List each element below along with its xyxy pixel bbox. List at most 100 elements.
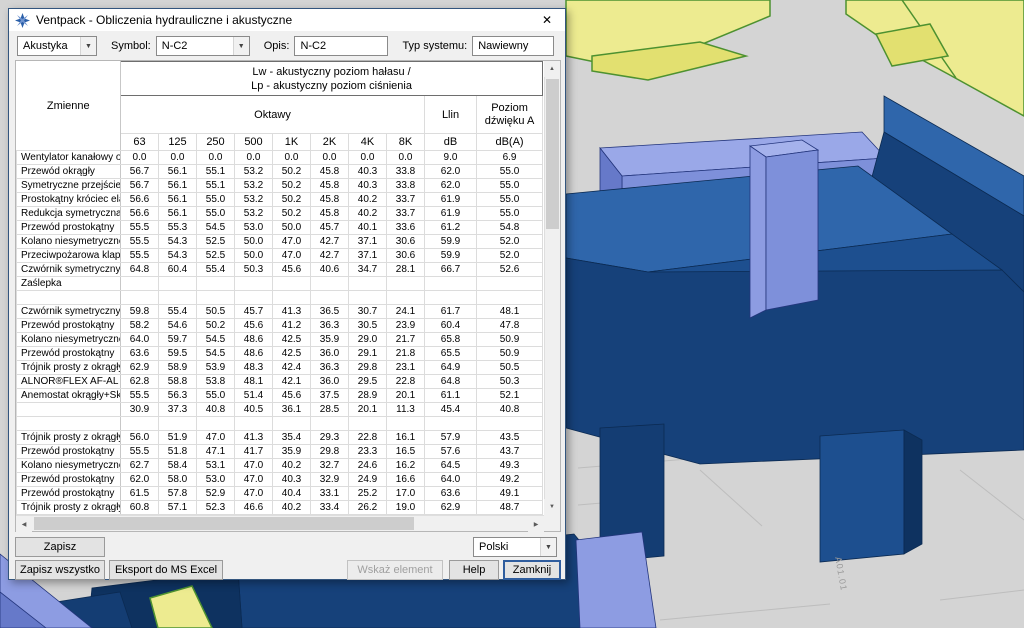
- vertical-scrollbar[interactable]: ▲ ▼: [544, 61, 560, 515]
- table-row[interactable]: Wentylator kanałowy osio...0.00.00.00.00…: [17, 151, 543, 165]
- table-row[interactable]: Trójnik prosty z okrągłym od62.958.953.9…: [17, 361, 543, 375]
- row-label: Wentylator kanałowy osio...: [17, 151, 121, 165]
- row-value: 58.4: [159, 459, 197, 473]
- row-value: 45.6: [235, 319, 273, 333]
- zapisz-button[interactable]: Zapisz: [15, 537, 105, 557]
- table-row[interactable]: Przeciwpożarowa klapa odci55.554.352.550…: [17, 249, 543, 263]
- symbol-select[interactable]: N-C2 ▼: [156, 36, 250, 56]
- row-label: ALNOR®FLEX AF-AL: [17, 375, 121, 389]
- table-row[interactable]: Przewód prostokątny62.058.053.047.040.33…: [17, 473, 543, 487]
- row-value: 45.8: [311, 179, 349, 193]
- table-row[interactable]: Czwórnik symetryczny prosto64.860.455.45…: [17, 263, 543, 277]
- vertical-scrollbar-thumb[interactable]: [546, 79, 559, 229]
- table-row[interactable]: Przewód prostokątny58.254.650.245.641.23…: [17, 319, 543, 333]
- row-value: [387, 291, 425, 305]
- table-row[interactable]: Kolano niesymetryczne62.758.453.147.040.…: [17, 459, 543, 473]
- row-value: 56.0: [121, 431, 159, 445]
- row-value: 41.2: [273, 319, 311, 333]
- row-value: 30.9: [121, 403, 159, 417]
- row-value: 56.1: [159, 165, 197, 179]
- eksport-excel-button[interactable]: Eksport do MS Excel: [109, 560, 223, 580]
- row-value: 47.0: [235, 459, 273, 473]
- row-value: 33.8: [387, 165, 425, 179]
- language-select[interactable]: Polski ▼: [473, 537, 557, 557]
- row-value: 50.0: [273, 221, 311, 235]
- row-label: Kolano niesymetryczne: [17, 459, 121, 473]
- table-row[interactable]: Przewód prostokątny55.551.847.141.735.92…: [17, 445, 543, 459]
- table-row[interactable]: 30.937.340.840.536.128.520.111.345.440.8: [17, 403, 543, 417]
- row-value: 59.7: [159, 333, 197, 347]
- row-value: 53.0: [235, 221, 273, 235]
- table-row[interactable]: Przewód prostokątny61.557.852.947.040.43…: [17, 487, 543, 501]
- row-value: 57.9: [425, 431, 477, 445]
- table-row[interactable]: Trójnik prosty z okrągłym od60.857.152.3…: [17, 501, 543, 515]
- row-label: [17, 403, 121, 417]
- row-label: [17, 417, 121, 431]
- typ-systemu-field[interactable]: [472, 36, 554, 56]
- row-value: 54.5: [197, 221, 235, 235]
- row-value: 42.7: [311, 235, 349, 249]
- help-button[interactable]: Help: [449, 560, 499, 580]
- table-row[interactable]: Zaślepka: [17, 277, 543, 291]
- row-value: 36.3: [311, 319, 349, 333]
- scroll-left-icon[interactable]: ◀: [16, 516, 32, 532]
- row-value: 48.6: [235, 333, 273, 347]
- row-value: 52.1: [477, 389, 543, 403]
- table-row[interactable]: [17, 417, 543, 431]
- row-value: 61.5: [121, 487, 159, 501]
- zapisz-wszystko-button[interactable]: Zapisz wszystko: [15, 560, 105, 580]
- row-value: 58.0: [159, 473, 197, 487]
- table-row[interactable]: ALNOR®FLEX AF-AL62.858.853.848.142.136.0…: [17, 375, 543, 389]
- table-row[interactable]: Przewód okrągły56.756.155.153.250.245.84…: [17, 165, 543, 179]
- table-row[interactable]: Przewód prostokątny55.555.354.553.050.04…: [17, 221, 543, 235]
- row-label: Trójnik prosty z okrągłym od: [17, 501, 121, 515]
- table-row[interactable]: Czwórnik symetryczny prosto59.855.450.54…: [17, 305, 543, 319]
- row-value: 49.1: [477, 487, 543, 501]
- table-row[interactable]: Kolano niesymetryczne64.059.754.548.642.…: [17, 333, 543, 347]
- row-value: 59.9: [425, 249, 477, 263]
- row-value: 40.1: [349, 221, 387, 235]
- scroll-up-icon[interactable]: ▲: [544, 61, 560, 77]
- row-value: 56.1: [159, 193, 197, 207]
- row-value: 53.2: [235, 207, 273, 221]
- table-row[interactable]: Przewód prostokątny63.659.554.548.642.53…: [17, 347, 543, 361]
- dialog-titlebar[interactable]: Ventpack - Obliczenia hydrauliczne i aku…: [9, 9, 565, 31]
- row-value: 29.3: [311, 431, 349, 445]
- chevron-down-icon: ▼: [80, 37, 96, 55]
- row-value: [349, 277, 387, 291]
- table-row[interactable]: Trójnik prosty z okrągłym od56.051.947.0…: [17, 431, 543, 445]
- row-label: Kolano niesymetryczne: [17, 333, 121, 347]
- row-value: 49.2: [477, 473, 543, 487]
- row-value: [273, 277, 311, 291]
- row-value: 16.1: [387, 431, 425, 445]
- row-value: 0.0: [197, 151, 235, 165]
- horizontal-scrollbar-thumb[interactable]: [34, 517, 414, 530]
- table-row[interactable]: Prostokątny króciec elastycz56.656.155.0…: [17, 193, 543, 207]
- table-row[interactable]: [17, 291, 543, 305]
- row-value: 53.2: [235, 179, 273, 193]
- row-value: 47.0: [273, 235, 311, 249]
- mode-select[interactable]: Akustyka ▼: [17, 36, 97, 56]
- row-value: 54.3: [159, 249, 197, 263]
- oktawy-header: Oktawy: [121, 96, 425, 134]
- row-value: 55.4: [159, 305, 197, 319]
- table-row[interactable]: Kolano niesymetryczne55.554.352.550.047.…: [17, 235, 543, 249]
- row-value: 57.6: [425, 445, 477, 459]
- row-value: 50.2: [273, 193, 311, 207]
- window-title: Ventpack - Obliczenia hydrauliczne i aku…: [36, 13, 529, 27]
- zamknij-button[interactable]: Zamknij: [503, 560, 561, 580]
- horizontal-scrollbar[interactable]: ◀ ▶: [16, 515, 544, 531]
- scroll-right-icon[interactable]: ▶: [528, 516, 544, 532]
- table-row[interactable]: Anemostat okrągły+Skrzy...55.556.355.051…: [17, 389, 543, 403]
- row-value: 16.2: [387, 459, 425, 473]
- row-value: [477, 277, 543, 291]
- table-row[interactable]: Symetryczne przejście koło/56.756.155.15…: [17, 179, 543, 193]
- unit-column-header: dB(A): [477, 134, 543, 151]
- row-label: Przewód prostokątny: [17, 221, 121, 235]
- row-value: [387, 417, 425, 431]
- close-icon[interactable]: ✕: [529, 9, 565, 31]
- row-value: 52.5: [197, 235, 235, 249]
- opis-field[interactable]: [294, 36, 388, 56]
- scroll-down-icon[interactable]: ▼: [544, 499, 560, 515]
- table-row[interactable]: Redukcja symetryczna56.656.155.053.250.2…: [17, 207, 543, 221]
